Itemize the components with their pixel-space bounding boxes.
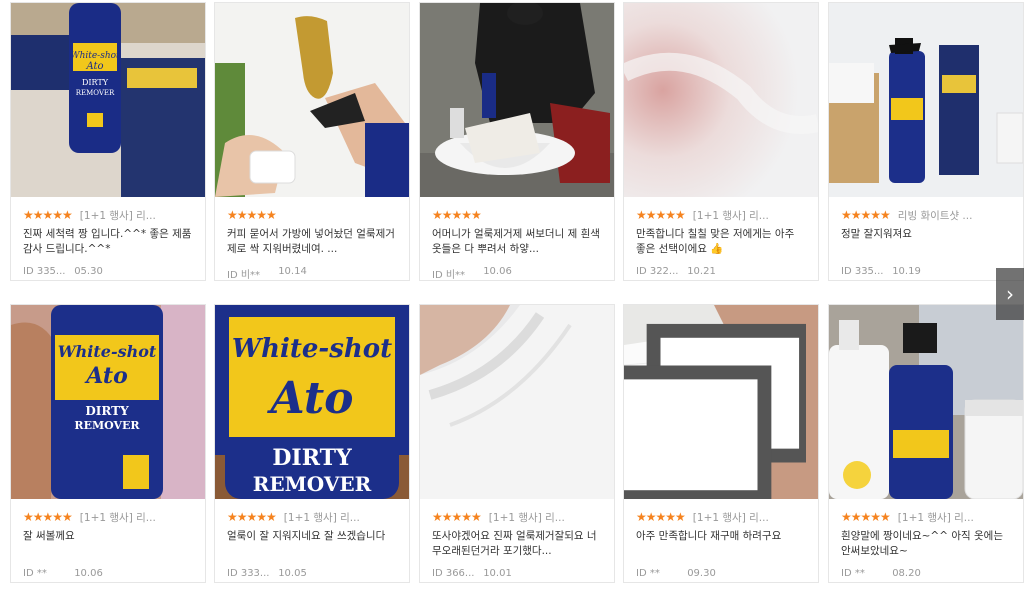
product-option: 리빙 화이트샷 ... [897,209,973,222]
review-text: 커피 묻어서 가방에 넣어놨던 얼룩제거제로 싹 지워버렸네여. ... [227,228,395,255]
review-text: 어머니가 얼룩제거제 써보더니 제 흰색옷들은 다 뿌려서 하얗... [432,228,600,255]
review-text: 얼룩이 잘 지워지네요 잘 쓰겠습니다 [227,530,386,542]
review-card[interactable]: White-shot Ato DIRTY REMOVER ★★★★★ [1+1 … [214,304,410,583]
product-option: [1+1 행사] 리... [897,511,974,524]
review-card[interactable]: ★★★★★ 커피 묻어서 가방에 넣어놨던 얼룩제거제로 싹 지워버렸네여. .… [214,2,410,281]
review-date: 05.30 [74,266,103,277]
brand-text: White-shot [70,51,120,61]
review-text: 아주 만족합니다 재구매 하려구요 [636,530,782,542]
product-text: DIRTY [85,404,129,418]
multiple-photos-icon [624,323,806,499]
bottle-closeup-photo: White-shot Ato DIRTY REMOVER [215,305,409,499]
reviewer-id: ID 335... [841,266,884,277]
product-lineup-photo [829,305,1023,499]
brand-text: White-shot [58,342,157,361]
reviewer-id: ID ** [636,568,660,579]
review-photo[interactable] [624,3,818,197]
reviewer-id: ID ** [23,568,47,579]
review-photo[interactable]: White-shot Ato DIRTY REMOVER [11,305,205,499]
product-box-and-bottle-photo: White-shot Ato DIRTY REMOVER [11,3,205,197]
reviewer-id: ID 335... [23,266,66,277]
review-card[interactable]: White-shot Ato DIRTY REMOVER ★★★★★ [1+1 … [10,304,206,583]
review-card[interactable]: ★★★★★ [1+1 행사] 리... 또사야겠어요 진짜 얼룩제거잘되요 너무… [419,304,615,583]
brand-text: Ato [266,373,353,424]
reviewer-id: ID 333... [227,568,270,579]
review-text: 만족합니다 칠칠 맞은 저에게는 아주 좋은 선택이에요 👍 [636,228,795,255]
review-photo[interactable] [624,305,818,499]
star-rating: ★★★★★ [23,510,73,524]
product-text: REMOVER [74,419,140,432]
product-option: [1+1 행사] 리... [79,511,156,524]
coffee-stain-shirt-photo [215,3,409,197]
review-text: 또사야겠어요 진짜 얼룩제거잘되요 너무오래된던거라 포기했다... [432,530,597,557]
review-photo[interactable] [420,305,614,499]
brand-text: White-shot [232,334,392,364]
star-rating: ★★★★★ [636,208,686,222]
review-photo[interactable] [829,3,1023,197]
bottle-in-hand-photo: White-shot Ato DIRTY REMOVER [11,305,205,499]
review-date: 10.01 [483,568,512,579]
review-date: 10.06 [74,568,103,579]
review-date: 09.30 [687,568,716,579]
review-photo[interactable]: White-shot Ato DIRTY REMOVER [215,305,409,499]
review-card[interactable]: ★★★★★ [1+1 행사] 리... 만족합니다 칠칠 맞은 저에게는 아주 … [623,2,819,281]
chevron-right-icon: › [1006,282,1014,306]
review-date: 08.20 [892,568,921,579]
product-option: [1+1 행사] 리... [488,511,565,524]
reviewer-id: ID ** [841,568,865,579]
review-card[interactable]: ★★★★★ 어머니가 얼룩제거제 써보더니 제 흰색옷들은 다 뿌려서 하얗..… [419,2,615,281]
review-date: 10.06 [483,266,512,277]
washing-basin-photo [420,3,614,197]
reviewer-id: ID 366... [432,568,475,579]
review-text: 진짜 세척력 짱 입니다.^^* 좋은 제품 감사 드립니다.^^* [23,228,192,255]
review-card[interactable]: ★★★★★ [1+1 행사] 리... 아주 만족합니다 재구매 하려구요 ID… [623,304,819,583]
star-rating: ★★★★★ [227,208,277,222]
product-option: [1+1 행사] 리... [283,511,360,524]
white-shirt-collar-photo [420,305,614,499]
product-option: [1+1 행사] 리... [692,511,769,524]
review-date: 10.21 [687,266,716,277]
star-rating: ★★★★★ [636,510,686,524]
review-date: 10.05 [278,568,307,579]
reviewer-id: ID 비** [432,270,466,281]
product-text: DIRTY [82,78,109,87]
review-date: 10.19 [892,266,921,277]
product-option: [1+1 행사] 리... [79,209,156,222]
product-text: DIRTY [272,445,352,471]
review-card[interactable]: White-shot Ato DIRTY REMOVER ★★★★★ [1+1 … [10,2,206,281]
star-rating: ★★★★★ [227,510,277,524]
brand-text: Ato [85,61,103,72]
star-rating: ★★★★★ [432,208,482,222]
review-card[interactable]: ★★★★★ [1+1 행사] 리... 흰양말에 짱이네요~^^ 아직 옷에는 … [828,304,1024,583]
review-text: 잘 써볼께요 [23,530,75,542]
review-card[interactable]: ★★★★★ 리빙 화이트샷 ... 정말 잘지워져요 ID 335... 10.… [828,2,1024,281]
product-text: REMOVER [253,472,372,496]
next-page-button[interactable]: › [996,268,1024,320]
star-rating: ★★★★★ [841,208,891,222]
review-photo[interactable] [420,3,614,197]
brand-text: Ato [84,363,128,389]
star-rating: ★★★★★ [432,510,482,524]
product-spray-bottle-photo [829,3,1023,197]
review-photo[interactable] [215,3,409,197]
star-rating: ★★★★★ [23,208,73,222]
review-text: 정말 잘지워져요 [841,228,912,240]
product-text: REMOVER [76,89,115,97]
review-photo[interactable]: White-shot Ato DIRTY REMOVER [11,3,205,197]
star-rating: ★★★★★ [841,510,891,524]
reviewer-id: ID 322... [636,266,679,277]
fabric-closeup-photo [624,3,818,197]
review-text: 흰양말에 짱이네요~^^ 아직 옷에는 안써보았네요~ [841,530,1003,557]
review-date: 10.14 [278,266,307,277]
product-option: [1+1 행사] 리... [692,209,769,222]
reviewer-id: ID 비** [227,270,261,281]
review-photo[interactable] [829,305,1023,499]
